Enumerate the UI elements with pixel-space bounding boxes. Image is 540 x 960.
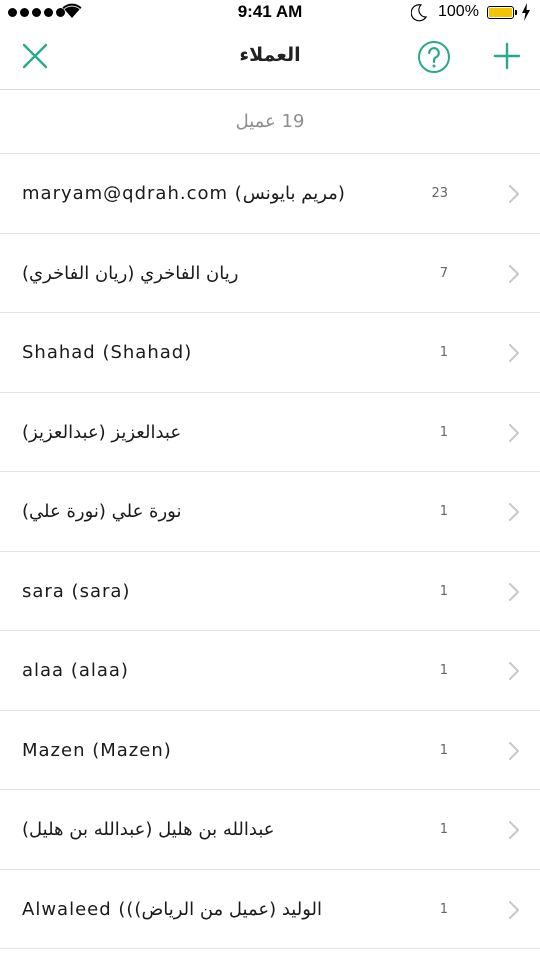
customer-item-count: 1 — [439, 742, 448, 758]
customer-row[interactable]: sara (sara) 1 — [0, 552, 540, 631]
customer-count-header: 19 عميل — [0, 90, 540, 154]
customer-row[interactable]: maryam@qdrah.com (مريم بايونس) 23 — [0, 154, 540, 234]
chevron-right-icon — [509, 503, 519, 521]
customer-name: Mazen (Mazen) — [22, 739, 172, 761]
chevron-right-icon — [509, 264, 519, 283]
chevron-right-icon — [509, 821, 519, 839]
navigation-bar: العملاء — [0, 26, 540, 90]
customer-item-count: 1 — [439, 822, 448, 837]
chevron-right-icon — [509, 900, 519, 919]
chevron-right-icon — [509, 344, 519, 362]
customer-count: 19 عميل — [235, 111, 305, 132]
charging-bolt-icon — [522, 3, 530, 21]
customer-row[interactable]: Mazen (Mazen) 1 — [0, 711, 540, 790]
customer-list: maryam@qdrah.com (مريم بايونس) 23 ريان الف… — [0, 154, 540, 949]
customer-name: maryam@qdrah.com (مريم بايونس) — [22, 183, 346, 204]
customer-name: نورة علي (نورة علي) — [22, 501, 182, 522]
battery-percentage: 100% — [438, 3, 479, 20]
customer-name: ريان الفاخري (ريان الفاخري) — [22, 262, 239, 284]
chevron-right-icon — [509, 185, 519, 203]
chevron-right-icon — [509, 423, 519, 442]
customer-name: sara (sara) — [22, 580, 131, 602]
customer-row[interactable]: نورة علي (نورة علي) 1 — [0, 472, 540, 552]
customer-name: عبدالله بن هليل (عبدالله بن هليل) — [22, 819, 275, 840]
page-title: العملاء — [239, 44, 301, 66]
chevron-right-icon — [509, 741, 519, 760]
customer-item-count: 1 — [439, 504, 448, 519]
customer-name: Shahad (Shahad) — [22, 342, 193, 363]
status-bar: 9:41 AM 100% — [0, 0, 540, 26]
customer-row[interactable]: عبدالعزيز (عبدالعزيز) 1 — [0, 393, 540, 472]
customer-row[interactable]: Shahad (Shahad) 1 — [0, 313, 540, 393]
add-icon[interactable] — [492, 41, 522, 71]
customer-item-count: 7 — [439, 265, 448, 281]
customer-item-count: 1 — [439, 901, 448, 917]
customer-row[interactable]: alaa (alaa) 1 — [0, 631, 540, 711]
battery-icon — [487, 6, 517, 19]
chevron-right-icon — [509, 582, 519, 601]
customer-item-count: 1 — [439, 663, 448, 678]
customer-item-count: 1 — [439, 424, 448, 440]
customer-item-count: 1 — [439, 583, 448, 599]
moon-icon — [411, 4, 427, 22]
customer-item-count: 23 — [431, 186, 448, 201]
customer-row[interactable]: Alwaleed ((الوليد (عميل من الرياض) 1 — [0, 870, 540, 949]
customer-name: عبدالعزيز (عبدالعزيز) — [22, 421, 182, 443]
chevron-right-icon — [509, 662, 519, 680]
help-icon[interactable] — [417, 40, 451, 74]
customer-row[interactable]: ريان الفاخري (ريان الفاخري) 7 — [0, 234, 540, 313]
customer-name: Alwaleed ((الوليد (عميل من الرياض) — [22, 898, 323, 920]
customer-item-count: 1 — [439, 345, 448, 360]
customer-row[interactable]: عبدالله بن هليل (عبدالله بن هليل) 1 — [0, 790, 540, 870]
customer-name: alaa (alaa) — [22, 660, 129, 681]
